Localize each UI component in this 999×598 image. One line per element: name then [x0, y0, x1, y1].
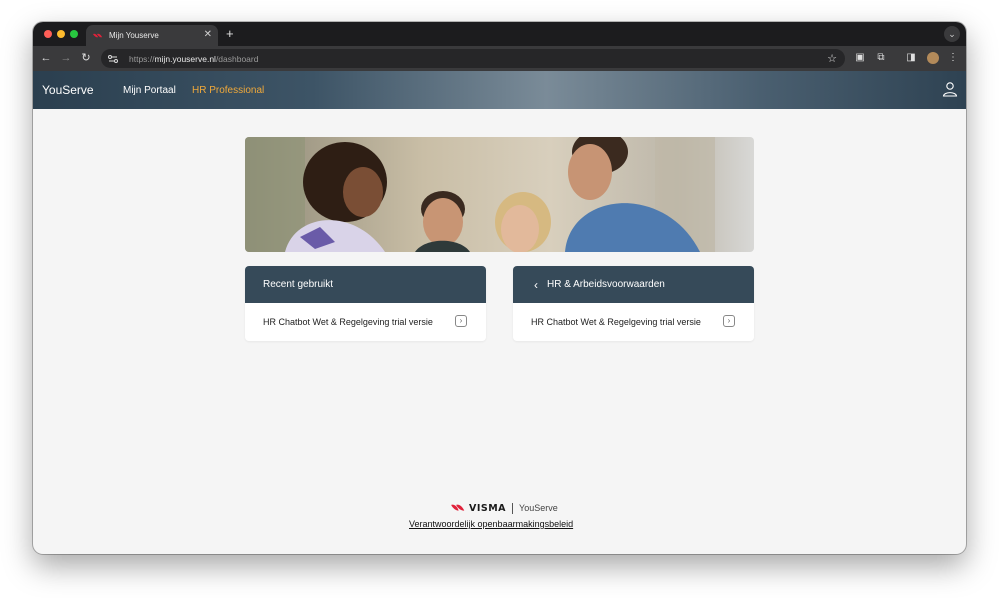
- tab-title: Mijn Youserve: [109, 31, 159, 40]
- close-window-button[interactable]: [44, 30, 52, 38]
- url-scheme: https://: [129, 53, 155, 64]
- list-item[interactable]: HR Chatbot Wet & Regelgeving trial versi…: [245, 303, 486, 341]
- url-text: https://mijn.youserve.nl/dashboard: [129, 54, 258, 64]
- nav-hr-professional[interactable]: HR Professional: [192, 85, 264, 96]
- url-host: mijn.youserve.nl: [154, 53, 216, 64]
- browser-toolbar: ← → ↻ https://mijn.youserve.nl/dashboard…: [33, 46, 966, 71]
- tab-close-icon[interactable]: ✕: [204, 29, 212, 40]
- extensions-puzzle-icon[interactable]: ⧉: [873, 50, 889, 66]
- hero-image: [245, 137, 754, 252]
- nav-mijn-portaal[interactable]: Mijn Portaal: [123, 85, 176, 96]
- tab-search-icon[interactable]: ⌄: [944, 26, 960, 42]
- brand-logo[interactable]: YouServe: [42, 83, 94, 97]
- list-item-label: HR Chatbot Wet & Regelgeving trial versi…: [531, 317, 701, 327]
- side-panel-icon[interactable]: ◨: [903, 50, 919, 66]
- reload-icon[interactable]: ↻: [78, 50, 94, 66]
- browser-window: Mijn Youserve ✕ + ⌄ ← → ↻ https://mijn.y…: [33, 22, 966, 554]
- visma-logo-icon: [451, 504, 465, 511]
- browser-tab-active[interactable]: Mijn Youserve ✕: [86, 25, 218, 46]
- card-title: Recent gebruikt: [263, 279, 334, 290]
- footer-logo: VISMA YouServe: [450, 502, 558, 514]
- chevron-right-icon: ›: [723, 315, 735, 327]
- maximize-window-button[interactable]: [70, 30, 78, 38]
- app-header: YouServe Mijn Portaal HR Professional: [33, 71, 966, 109]
- logo-divider: [512, 502, 514, 514]
- card-header: Recent gebruikt: [245, 266, 486, 303]
- site-settings-icon[interactable]: [107, 53, 119, 65]
- card-hr-arbeidsvoorwaarden: ‹ HR & Arbeidsvoorwaarden HR Chatbot Wet…: [513, 266, 754, 341]
- user-icon[interactable]: [942, 81, 958, 97]
- new-tab-button[interactable]: +: [226, 25, 234, 43]
- visma-favicon-icon: [93, 33, 102, 37]
- profile-avatar[interactable]: [927, 52, 939, 64]
- tab-strip: Mijn Youserve ✕ + ⌄: [33, 22, 966, 46]
- address-bar[interactable]: https://mijn.youserve.nl/dashboard ☆: [101, 49, 845, 68]
- list-item[interactable]: HR Chatbot Wet & Regelgeving trial versi…: [513, 303, 754, 341]
- card-title: HR & Arbeidsvoorwaarden: [547, 279, 665, 290]
- chevron-right-icon: ›: [455, 315, 467, 327]
- forward-arrow-icon[interactable]: →: [58, 50, 74, 66]
- logo-brand: VISMA: [469, 502, 507, 514]
- extension-translate-icon[interactable]: ▣: [852, 50, 868, 66]
- minimize-window-button[interactable]: [57, 30, 65, 38]
- bookmark-star-icon[interactable]: ☆: [827, 52, 837, 65]
- browser-menu-icon[interactable]: ⋮: [945, 50, 961, 66]
- url-path: /dashboard: [215, 53, 259, 64]
- disclosure-policy-link[interactable]: Verantwoordelijk openbaarmakingsbeleid: [409, 519, 573, 529]
- back-arrow-icon[interactable]: ←: [38, 50, 54, 66]
- card-recent-gebruikt: Recent gebruikt HR Chatbot Wet & Regelge…: [245, 266, 486, 341]
- list-item-label: HR Chatbot Wet & Regelgeving trial versi…: [263, 317, 433, 327]
- card-header[interactable]: ‹ HR & Arbeidsvoorwaarden: [513, 266, 754, 303]
- chevron-left-icon[interactable]: ‹: [534, 278, 538, 292]
- logo-product: YouServe: [519, 503, 558, 513]
